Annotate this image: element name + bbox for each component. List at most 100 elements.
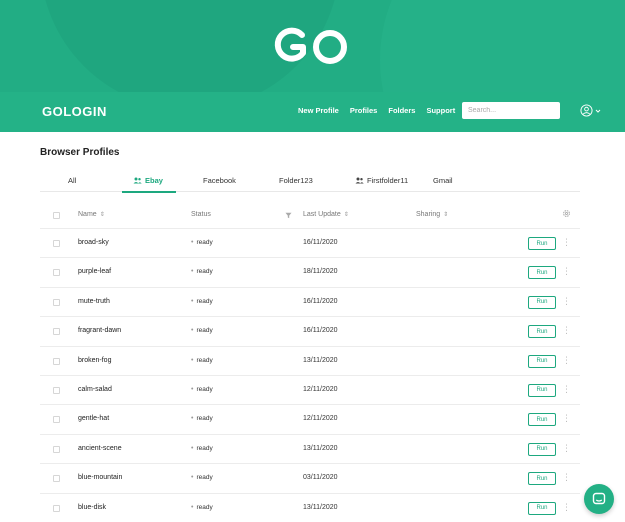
row-checkbox[interactable] bbox=[53, 504, 60, 512]
row-checkbox[interactable] bbox=[53, 298, 60, 306]
profile-status: • ready bbox=[191, 474, 213, 482]
profiles-table-body: broad-sky • ready 16/11/2020 Run ⋮ purple… bbox=[40, 229, 580, 522]
profile-name[interactable]: calm-salad bbox=[78, 386, 112, 393]
profile-status: • ready bbox=[191, 385, 213, 393]
profile-last-update: 16/11/2020 bbox=[303, 327, 338, 335]
profile-last-update: 12/11/2020 bbox=[303, 415, 338, 423]
profile-name[interactable]: ancient-scene bbox=[78, 445, 122, 452]
profile-status: • ready bbox=[191, 268, 213, 276]
run-button[interactable]: Run bbox=[528, 383, 556, 397]
profile-name[interactable]: gentle-hat bbox=[78, 415, 109, 422]
status-dot-icon: • bbox=[191, 239, 194, 246]
more-options-icon[interactable]: ⋮ bbox=[562, 325, 571, 336]
nav-link-support[interactable]: Support bbox=[426, 106, 455, 115]
tab-firstfolder11[interactable]: Firstfolder11 bbox=[355, 176, 408, 185]
column-header-status: Status bbox=[191, 211, 211, 218]
profile-name[interactable]: broken-fog bbox=[78, 357, 111, 364]
more-options-icon[interactable]: ⋮ bbox=[562, 502, 571, 513]
run-button[interactable]: Run bbox=[528, 354, 556, 368]
status-dot-icon: • bbox=[191, 268, 194, 276]
table-row: broken-fog • ready 13/11/2020 Run ⋮ bbox=[40, 347, 580, 376]
run-button[interactable]: Run bbox=[528, 413, 556, 427]
table-header: Name ⇕ Status Last Update ⇕ Sharing ⇕ bbox=[40, 203, 580, 229]
run-button[interactable]: Run bbox=[528, 237, 556, 250]
chevron-down-icon bbox=[595, 109, 601, 113]
row-checkbox[interactable] bbox=[53, 357, 60, 365]
profile-last-update: 16/11/2020 bbox=[303, 239, 338, 246]
table-row: gentle-hat • ready 12/11/2020 Run ⋮ bbox=[40, 405, 580, 435]
profile-status: • ready bbox=[191, 503, 213, 511]
run-button[interactable]: Run bbox=[528, 295, 556, 309]
row-checkbox[interactable] bbox=[53, 416, 60, 424]
profile-status: • ready bbox=[191, 356, 213, 364]
run-button[interactable]: Run bbox=[528, 501, 556, 515]
column-header-sharing[interactable]: Sharing ⇕ bbox=[416, 211, 448, 218]
status-dot-icon: • bbox=[191, 444, 194, 452]
profile-name[interactable]: blue-mountain bbox=[78, 474, 122, 481]
tab-label: Gmail bbox=[433, 176, 453, 185]
nav-link-new-profile[interactable]: New Profile bbox=[298, 106, 339, 115]
run-button[interactable]: Run bbox=[528, 442, 556, 456]
sort-icon: ⇕ bbox=[343, 212, 349, 218]
tab-label: All bbox=[68, 176, 77, 185]
row-checkbox[interactable] bbox=[53, 240, 60, 247]
filter-icon[interactable] bbox=[285, 212, 292, 219]
status-dot-icon: • bbox=[191, 385, 194, 393]
tab-ebay[interactable]: Ebay bbox=[133, 176, 163, 185]
more-options-icon[interactable]: ⋮ bbox=[562, 443, 571, 454]
nav-link-profiles[interactable]: Profiles bbox=[350, 106, 378, 115]
status-dot-icon: • bbox=[191, 415, 194, 423]
row-checkbox[interactable] bbox=[53, 475, 60, 483]
row-checkbox[interactable] bbox=[53, 445, 60, 453]
support-chat-button[interactable] bbox=[584, 484, 614, 514]
more-options-icon[interactable]: ⋮ bbox=[562, 472, 571, 483]
tab-gmail[interactable]: Gmail bbox=[433, 176, 453, 185]
run-button[interactable]: Run bbox=[528, 325, 556, 339]
status-dot-icon: • bbox=[191, 503, 194, 511]
user-menu[interactable] bbox=[580, 104, 601, 117]
tab-folder123[interactable]: Folder123 bbox=[279, 176, 313, 185]
tab-label: Ebay bbox=[145, 176, 163, 185]
profile-last-update: 18/11/2020 bbox=[303, 268, 338, 276]
search-input[interactable] bbox=[462, 102, 560, 119]
profile-name[interactable]: broad-sky bbox=[78, 239, 109, 246]
brand-logo[interactable]: GOLOGIN bbox=[42, 104, 107, 119]
top-navbar: GOLOGIN New Profile Profiles Folders Sup… bbox=[0, 92, 625, 132]
profile-status: • ready bbox=[191, 297, 213, 305]
profile-name[interactable]: blue-disk bbox=[78, 504, 106, 511]
profile-status: • ready bbox=[191, 239, 213, 246]
profile-last-update: 16/11/2020 bbox=[303, 297, 338, 305]
chat-icon bbox=[592, 492, 606, 505]
profile-name[interactable]: purple-leaf bbox=[78, 268, 111, 275]
table-row: fragrant-dawn • ready 16/11/2020 Run ⋮ bbox=[40, 317, 580, 347]
more-options-icon[interactable]: ⋮ bbox=[562, 296, 571, 307]
nav-link-folders[interactable]: Folders bbox=[388, 106, 415, 115]
tab-all[interactable]: All bbox=[68, 176, 76, 185]
row-checkbox[interactable] bbox=[53, 328, 60, 336]
tab-facebook[interactable]: Facebook bbox=[203, 176, 236, 185]
more-options-icon[interactable]: ⋮ bbox=[562, 384, 571, 395]
users-icon bbox=[355, 177, 364, 184]
more-options-icon[interactable]: ⋮ bbox=[562, 355, 571, 366]
table-row: blue-mountain • ready 03/11/2020 Run ⋮ bbox=[40, 464, 580, 494]
more-options-icon[interactable]: ⋮ bbox=[562, 266, 571, 277]
settings-icon[interactable] bbox=[562, 209, 571, 218]
run-button[interactable]: Run bbox=[528, 472, 556, 486]
run-button[interactable]: Run bbox=[528, 266, 556, 280]
profile-name[interactable]: mute-truth bbox=[78, 298, 110, 305]
status-dot-icon: • bbox=[191, 474, 194, 482]
profile-last-update: 13/11/2020 bbox=[303, 444, 338, 452]
select-all-checkbox[interactable] bbox=[53, 212, 60, 219]
more-options-icon[interactable]: ⋮ bbox=[562, 237, 571, 248]
table-row: broad-sky • ready 16/11/2020 Run ⋮ bbox=[40, 229, 580, 259]
column-header-last-update[interactable]: Last Update ⇕ bbox=[303, 211, 349, 218]
row-checkbox[interactable] bbox=[53, 269, 60, 277]
profile-last-update: 03/11/2020 bbox=[303, 474, 338, 482]
profile-last-update: 12/11/2020 bbox=[303, 385, 338, 393]
more-options-icon[interactable]: ⋮ bbox=[562, 413, 571, 424]
table-row: purple-leaf • ready 18/11/2020 Run ⋮ bbox=[40, 258, 580, 288]
row-checkbox[interactable] bbox=[53, 386, 60, 394]
tab-label: Facebook bbox=[203, 176, 236, 185]
profile-name[interactable]: fragrant-dawn bbox=[78, 327, 121, 334]
column-header-name[interactable]: Name ⇕ bbox=[78, 211, 105, 218]
